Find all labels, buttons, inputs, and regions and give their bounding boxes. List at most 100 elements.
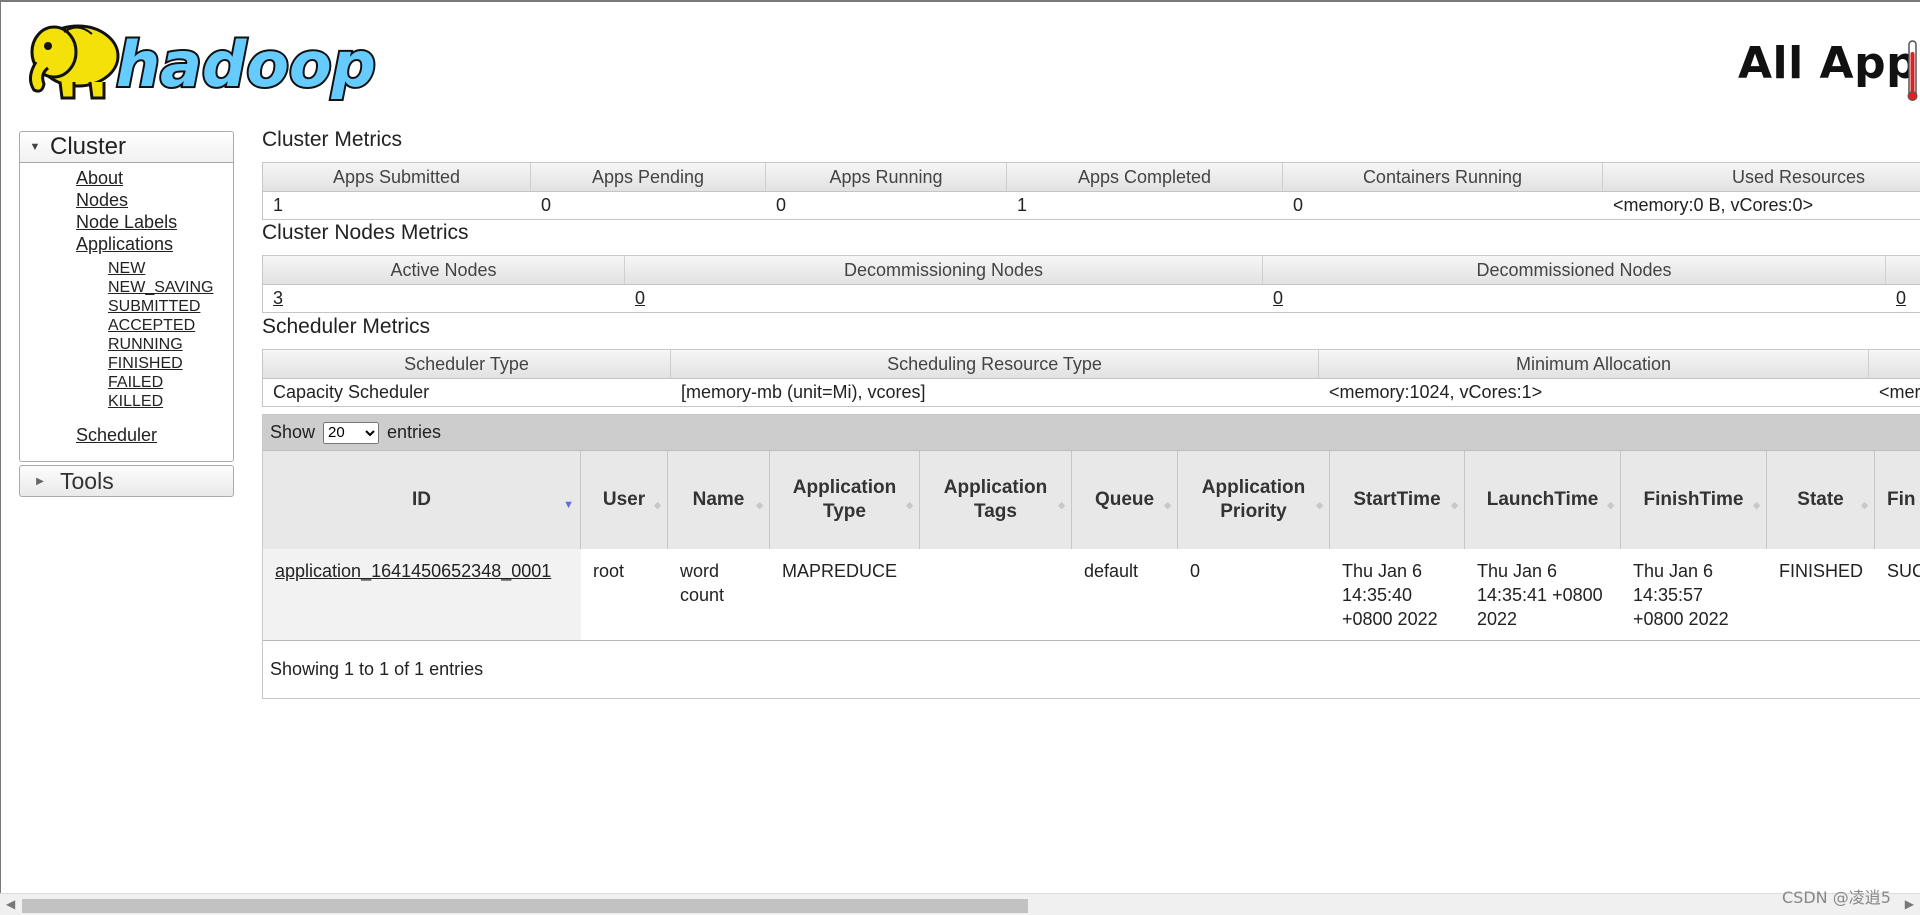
nav-state-accepted[interactable]: ACCEPTED — [108, 317, 195, 335]
scroll-left-icon[interactable]: ◀ — [6, 897, 15, 911]
tools-label: Tools — [60, 467, 114, 494]
tools-panel[interactable]: ▶ Tools — [19, 465, 234, 497]
collapse-triangle-icon: ▼ — [29, 141, 41, 153]
col-user[interactable]: User ◆ — [581, 451, 668, 549]
scheduler-metrics-table: Scheduler Type Scheduling Resource Type … — [262, 349, 1920, 408]
sort-icon: ◆ — [756, 500, 763, 510]
col-application-tags[interactable]: Application Tags ◆ — [920, 451, 1072, 549]
sort-desc-icon: ▼ — [563, 499, 574, 511]
entries-label: entries — [387, 422, 442, 442]
nav-node-labels[interactable]: Node Labels — [76, 212, 177, 233]
header-minimum-allocation: Minimum Allocation — [1319, 350, 1869, 378]
expand-triangle-icon: ▶ — [36, 475, 44, 487]
cell-application-type: MAPREDUCE — [782, 561, 898, 581]
col-queue[interactable]: Queue ◆ — [1072, 451, 1178, 549]
cluster-header[interactable]: ▼ Cluster — [20, 132, 233, 163]
page-size-select[interactable]: 20 — [323, 421, 380, 444]
header-decommissioned-nodes: Decommissioned Nodes — [1263, 256, 1886, 284]
col-id[interactable]: ID ▼ — [263, 451, 581, 549]
header-apps-running: Apps Running — [766, 163, 1007, 191]
value-apps-running: 0 — [776, 195, 787, 215]
sort-icon: ◆ — [1451, 500, 1458, 510]
header-scheduler-type: Scheduler Type — [263, 350, 671, 378]
cluster-label: Cluster — [50, 133, 127, 160]
node-metrics-table: Active Nodes Decommissioning Nodes Decom… — [262, 255, 1920, 314]
app-id-link[interactable]: application_1641450652348_0001 — [275, 561, 551, 581]
col-application-priority[interactable]: Application Priority ◆ — [1178, 451, 1330, 549]
nav-nodes[interactable]: Nodes — [76, 190, 128, 211]
header-apps-pending: Apps Pending — [531, 163, 766, 191]
header-scheduling-resource-type: Scheduling Resource Type — [671, 350, 1319, 378]
nav-state-new-saving[interactable]: NEW_SAVING — [108, 279, 214, 297]
cell-user: root — [593, 561, 625, 581]
show-label: Show — [270, 422, 316, 442]
sort-icon: ◆ — [1316, 500, 1323, 510]
cluster-metrics-table: Apps Submitted Apps Pending Apps Running… — [262, 162, 1920, 221]
value-used-resources: <memory:0 B, vCores:0> — [1613, 195, 1814, 215]
table-length-toolbar: Show 20 entries — [263, 415, 1920, 450]
link-decommissioned-nodes[interactable]: 0 — [1273, 288, 1283, 309]
nav-state-new[interactable]: NEW — [108, 260, 145, 278]
col-starttime[interactable]: StartTime ◆ — [1330, 451, 1465, 549]
nav-applications[interactable]: Applications — [76, 234, 173, 255]
logo-text: hadoop — [116, 28, 376, 101]
table-row: application_1641450652348_0001 root word… — [263, 549, 1920, 641]
sort-icon: ◆ — [654, 500, 661, 510]
thermometer-icon — [1907, 40, 1918, 101]
table-header-row: ID ▼ User ◆ Name ◆ Application Type ◆ Applic… — [263, 450, 1920, 550]
table-info: Showing 1 to 1 of 1 entries — [270, 659, 484, 679]
nav-state-running[interactable]: RUNNING — [108, 336, 183, 354]
link-active-nodes[interactable]: 3 — [273, 288, 283, 309]
nav-state-failed[interactable]: FAILED — [108, 374, 163, 392]
cell-final-status: SUC — [1887, 561, 1920, 581]
cell-starttime: Thu Jan 6 14:35:40 +0800 2022 — [1342, 561, 1438, 629]
scrollbar-thumb[interactable] — [22, 899, 1028, 913]
header-used-resources: Used Resources — [1603, 163, 1920, 191]
col-launchtime[interactable]: LaunchTime ◆ — [1465, 451, 1621, 549]
value-apps-pending: 0 — [541, 195, 552, 215]
cell-launchtime: Thu Jan 6 14:35:41 +0800 2022 — [1477, 561, 1603, 629]
header-apps-completed: Apps Completed — [1007, 163, 1283, 191]
sort-icon: ◆ — [1058, 500, 1065, 510]
nav-scheduler[interactable]: Scheduler — [76, 425, 157, 446]
cell-name: word count — [680, 561, 725, 605]
cell-application-tags — [920, 549, 1072, 640]
cell-priority: 0 — [1190, 561, 1201, 581]
value-apps-completed: 1 — [1017, 195, 1028, 215]
sort-icon: ◆ — [1607, 500, 1614, 510]
nav-state-submitted[interactable]: SUBMITTED — [108, 298, 200, 316]
header-maximum-allocation — [1869, 350, 1920, 378]
sort-icon: ◆ — [1861, 500, 1868, 510]
hadoop-logo[interactable]: hadoop — [20, 12, 400, 104]
link-next-node-metric[interactable]: 0 — [1896, 288, 1906, 309]
sort-icon: ◆ — [1164, 500, 1171, 510]
nav-state-finished[interactable]: FINISHED — [108, 355, 183, 373]
cell-queue: default — [1084, 561, 1139, 581]
header-containers-running: Containers Running — [1283, 163, 1603, 191]
value-scheduling-resource-type: [memory-mb (unit=Mi), vcores] — [681, 382, 926, 402]
scheduler-metrics-title: Scheduler Metrics — [262, 315, 431, 338]
col-final-status[interactable]: Fin — [1875, 451, 1920, 549]
node-metrics-title: Cluster Nodes Metrics — [262, 221, 469, 244]
cluster-metrics-title: Cluster Metrics — [262, 128, 403, 151]
sort-icon: ◆ — [1753, 500, 1760, 510]
nav-state-killed[interactable]: KILLED — [108, 393, 163, 411]
header-apps-submitted: Apps Submitted — [263, 163, 531, 191]
cell-finishtime: Thu Jan 6 14:35:57 +0800 2022 — [1633, 561, 1729, 629]
value-apps-submitted: 1 — [273, 195, 284, 215]
link-decommissioning-nodes[interactable]: 0 — [635, 288, 645, 309]
value-scheduler-type: Capacity Scheduler — [273, 382, 430, 402]
col-application-type[interactable]: Application Type ◆ — [770, 451, 920, 549]
applications-table: Show 20 entries ID ▼ User ◆ Name ◆ Applicat… — [262, 414, 1920, 699]
nav-about[interactable]: About — [76, 168, 123, 189]
scroll-right-icon[interactable]: ▶ — [1905, 897, 1914, 911]
horizontal-scrollbar[interactable]: ◀ ▶ — [0, 893, 1920, 915]
header-active-nodes: Active Nodes — [263, 256, 625, 284]
col-state[interactable]: State ◆ — [1767, 451, 1875, 549]
col-finishtime[interactable]: FinishTime ◆ — [1621, 451, 1767, 549]
header-decommissioning-nodes: Decommissioning Nodes — [625, 256, 1263, 284]
header-next-column — [1886, 256, 1920, 284]
page-title: All Appli — [1738, 38, 1920, 89]
value-maximum-allocation: <mer — [1879, 382, 1920, 402]
col-name[interactable]: Name ◆ — [668, 451, 770, 549]
